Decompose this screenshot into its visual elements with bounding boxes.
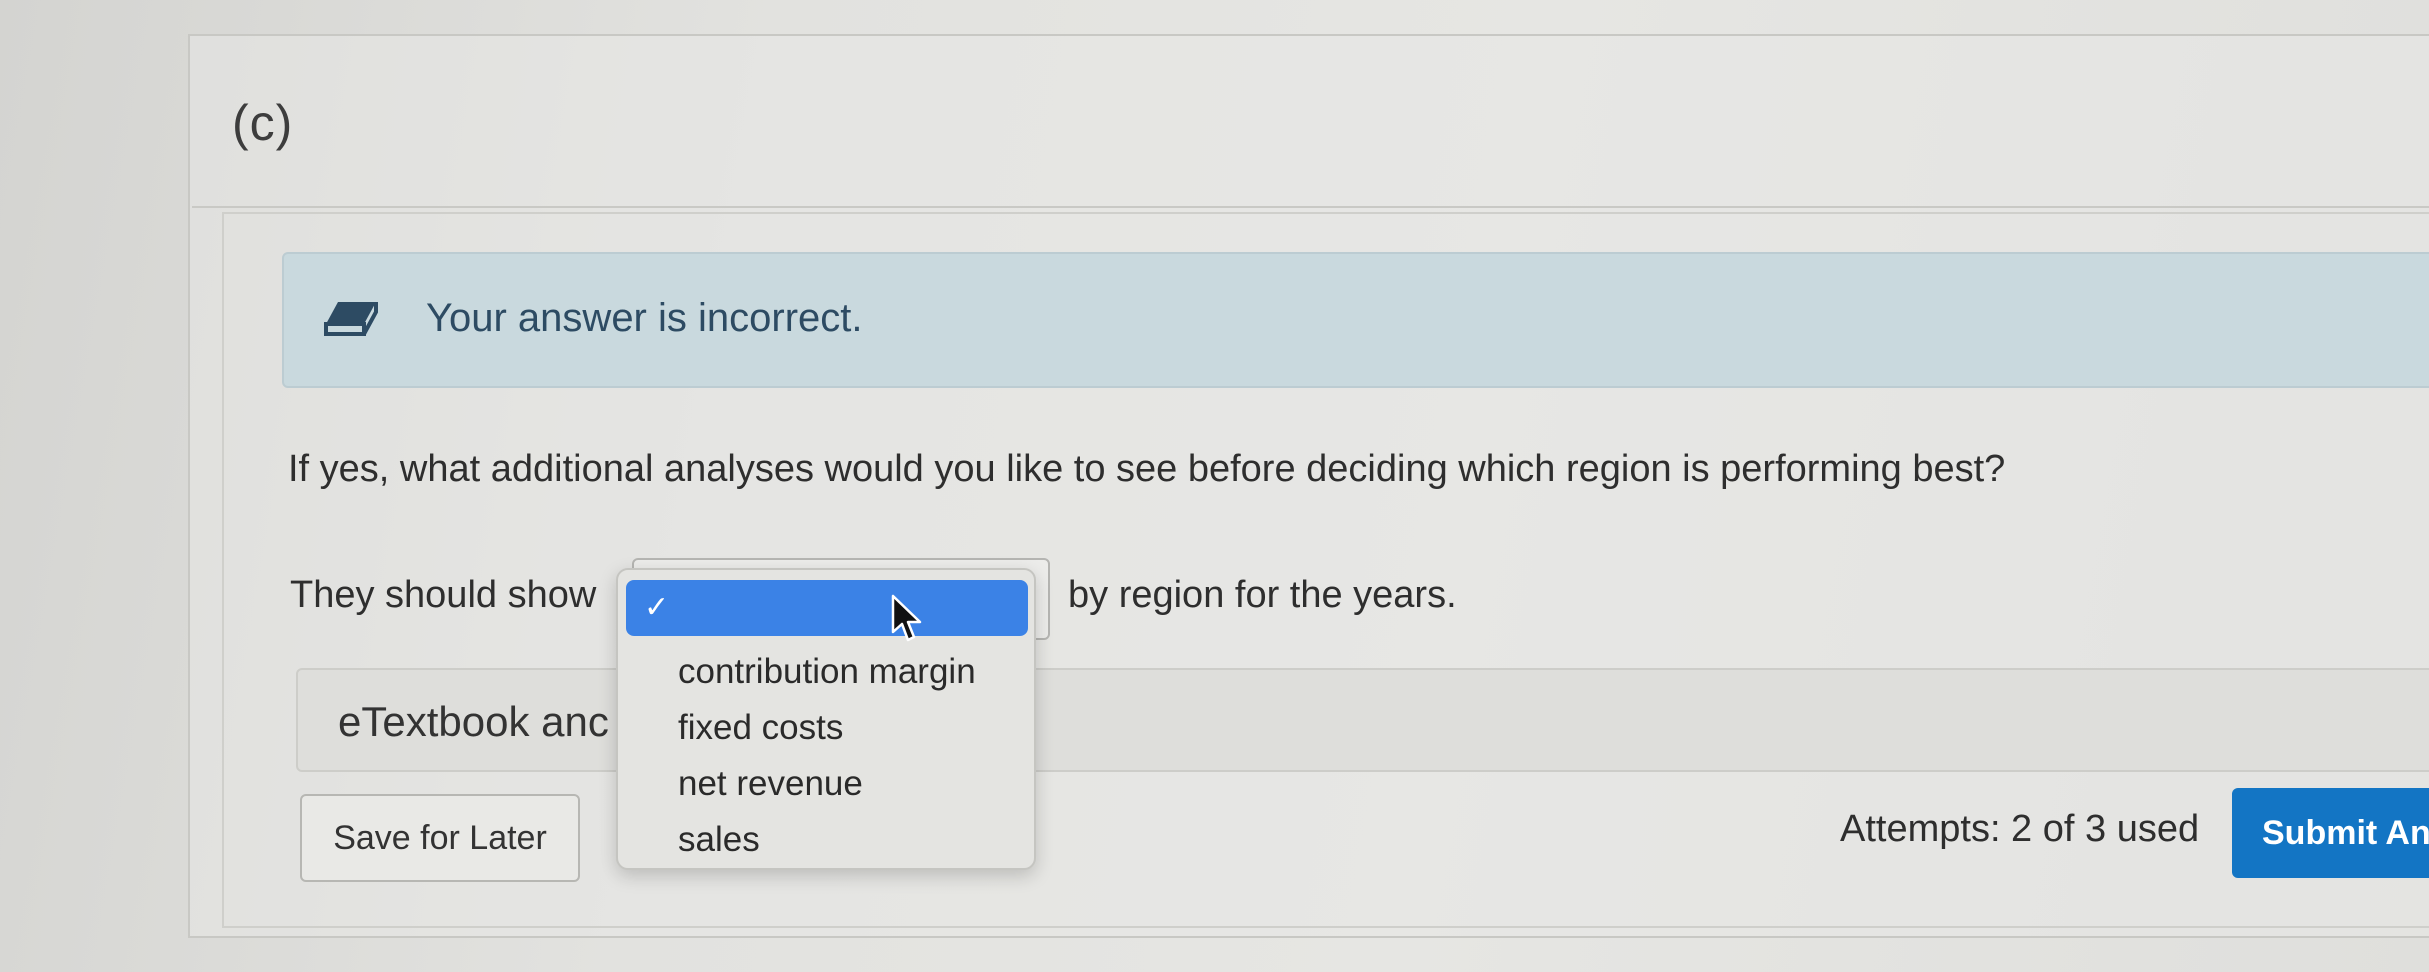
dropdown-option-fixed-costs[interactable]: fixed costs [678,708,843,748]
mouse-cursor-icon [891,594,922,642]
check-icon: ✓ [644,590,670,625]
eraser-icon [324,302,378,336]
dropdown-option-sales[interactable]: sales [678,820,760,860]
sentence-prefix: They should show [290,574,597,616]
part-label: (c) [232,95,294,151]
dropdown-option-blank-selected[interactable]: ✓ [626,580,1028,636]
dropdown-option-contribution-margin[interactable]: contribution margin [678,652,976,692]
question-text: If yes, what additional analyses would y… [288,448,2006,490]
attempts-counter: Attempts: 2 of 3 used [1840,808,2200,850]
dropdown-menu: ✓ contribution margin fixed costs net re… [616,568,1036,870]
submit-answer-button[interactable]: Submit Ans [2232,788,2429,878]
incorrect-answer-alert: Your answer is incorrect. [282,252,2429,388]
etextbook-label: eTextbook anc [338,698,609,745]
sentence-suffix: by region for the years. [1068,574,1457,616]
dropdown-option-net-revenue[interactable]: net revenue [678,764,863,804]
page: (c) Your answer is incorrect. If yes, wh… [0,0,2429,972]
save-for-later-button[interactable]: Save for Later [300,794,580,882]
part-header: (c) [192,36,2429,208]
alert-message: Your answer is incorrect. [426,296,863,340]
